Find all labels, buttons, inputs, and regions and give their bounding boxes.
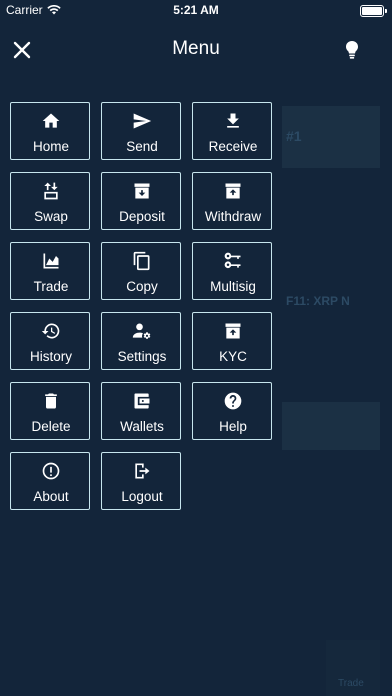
menu-item-label: Wallets — [120, 419, 164, 434]
wallet-icon — [134, 393, 150, 409]
chart-area-icon — [43, 253, 59, 269]
menu-item-label: Logout — [121, 489, 163, 504]
menu-deposit-button[interactable]: Deposit — [101, 172, 181, 230]
menu-item-label: Help — [219, 419, 247, 434]
history-icon — [41, 323, 60, 339]
menu-kyc-button[interactable]: KYC — [192, 312, 272, 370]
menu-item-label: Copy — [126, 279, 158, 294]
menu-wallets-button[interactable]: Wallets — [101, 382, 181, 440]
menu-item-label: Send — [126, 139, 158, 154]
menu-item-label: KYC — [219, 349, 247, 364]
menu-receive-button[interactable]: Receive — [192, 102, 272, 160]
background-account-text: #1 — [286, 128, 302, 144]
background-balance-text: F11: XRP N — [286, 294, 350, 308]
menu-swap-button[interactable]: Swap — [10, 172, 90, 230]
kyc-box-icon — [225, 323, 241, 339]
menu-item-label: Delete — [31, 419, 71, 434]
menu-about-button[interactable]: About — [10, 452, 90, 510]
menu-item-label: About — [33, 489, 69, 504]
background-footer-text: Trade — [338, 678, 364, 689]
menu-home-button[interactable]: Home — [10, 102, 90, 160]
menu-logout-button[interactable]: Logout — [101, 452, 181, 510]
menu-screen: #1 F11: XRP N Trade Carrier 5:21 AM Menu — [0, 0, 392, 696]
logout-icon — [135, 463, 150, 479]
keys-icon — [224, 252, 241, 269]
menu-multisig-button[interactable]: Multisig — [192, 242, 272, 300]
menu-send-button[interactable]: Send — [101, 102, 181, 160]
menu-item-label: Settings — [117, 349, 167, 364]
status-bar: Carrier 5:21 AM — [0, 0, 392, 20]
menu-item-label: History — [29, 349, 72, 364]
menu-item-label: Deposit — [119, 209, 165, 224]
menu-history-button[interactable]: History — [10, 312, 90, 370]
menu-item-label: Home — [32, 139, 69, 154]
menu-help-button[interactable]: Help — [192, 382, 272, 440]
copy-icon — [133, 251, 150, 271]
menu-item-label: Trade — [33, 279, 69, 294]
menu-item-label: Withdraw — [204, 209, 262, 224]
withdraw-box-icon — [225, 183, 241, 199]
swap-icon — [44, 182, 58, 200]
page-title: Menu — [172, 38, 220, 59]
menu-withdraw-button[interactable]: Withdraw — [192, 172, 272, 230]
deposit-box-icon — [134, 183, 150, 199]
header: Menu — [0, 20, 392, 80]
help-icon — [224, 392, 242, 410]
theme-toggle-button[interactable] — [344, 40, 360, 60]
background-panel — [282, 402, 380, 450]
menu-item-label: Multisig — [210, 279, 256, 294]
menu-trade-button[interactable]: Trade — [10, 242, 90, 300]
lightbulb-icon — [346, 41, 358, 59]
download-icon — [227, 113, 239, 128]
send-icon — [133, 113, 152, 129]
menu-delete-button[interactable]: Delete — [10, 382, 90, 440]
info-icon — [42, 462, 60, 480]
menu-settings-button[interactable]: Settings — [101, 312, 181, 370]
battery-icon — [360, 5, 387, 17]
status-time: 5:21 AM — [173, 3, 219, 17]
user-settings-icon — [132, 323, 151, 339]
home-icon — [42, 113, 60, 128]
trash-icon — [45, 393, 57, 409]
menu-copy-button[interactable]: Copy — [101, 242, 181, 300]
menu-item-label: Swap — [34, 209, 68, 224]
menu-item-label: Receive — [208, 139, 258, 154]
